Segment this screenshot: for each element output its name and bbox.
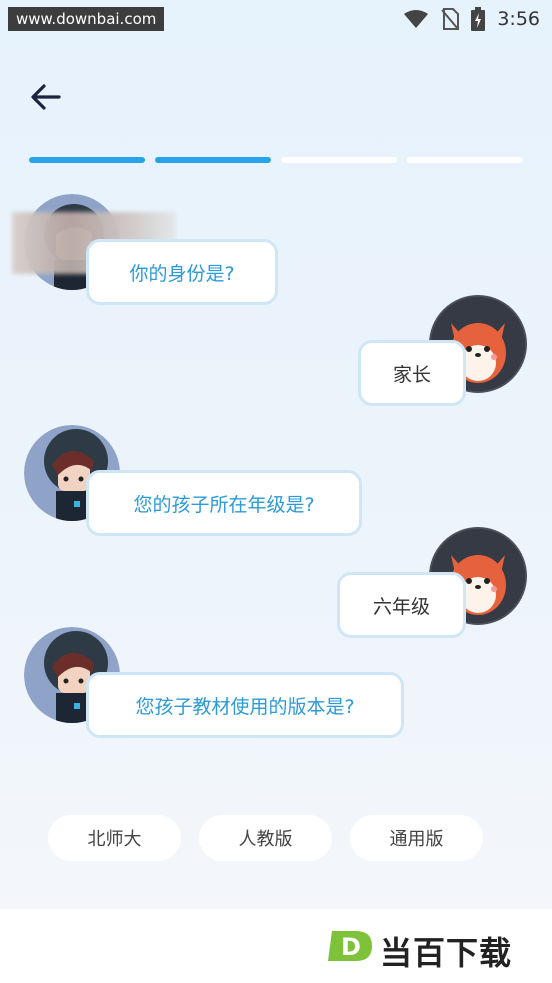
bot-message: 您的孩子所在年级是? [86,470,362,536]
user-message-text: 家长 [392,363,431,386]
status-bar: www.downbai.com 3:56 [0,0,552,38]
option-button[interactable]: 北师大 [48,815,181,861]
bot-message-text: 你的身份是? [129,262,235,285]
progress-step [281,157,397,163]
back-arrow-icon [31,84,61,110]
answer-options: 北师大 人教版 通用版 [48,815,488,861]
user-message: 六年级 [337,572,466,638]
no-sim-icon [441,8,460,30]
user-message: 家长 [358,340,466,406]
option-button[interactable]: 通用版 [350,815,483,861]
progress-step [407,157,523,163]
brand-logo-letter: D [341,933,361,961]
bot-message-text: 您孩子教材使用的版本是? [135,695,355,718]
watermark-label: www.downbai.com [8,7,165,31]
progress-step [155,157,271,163]
wifi-icon [404,10,429,28]
progress-step [29,157,145,163]
brand-logo-icon: D [328,931,372,961]
bot-message-text: 您的孩子所在年级是? [133,493,315,516]
brand-name: 当百下载 [380,934,513,972]
user-message-text: 六年级 [372,595,430,618]
back-button[interactable] [28,80,68,114]
option-button[interactable]: 人教版 [199,815,332,861]
progress-indicator [29,157,523,163]
bot-message: 你的身份是? [86,239,278,305]
bot-message: 您孩子教材使用的版本是? [86,672,404,738]
status-time: 3:56 [497,8,540,30]
status-icons: 3:56 [403,7,540,31]
battery-charging-icon [471,7,486,31]
